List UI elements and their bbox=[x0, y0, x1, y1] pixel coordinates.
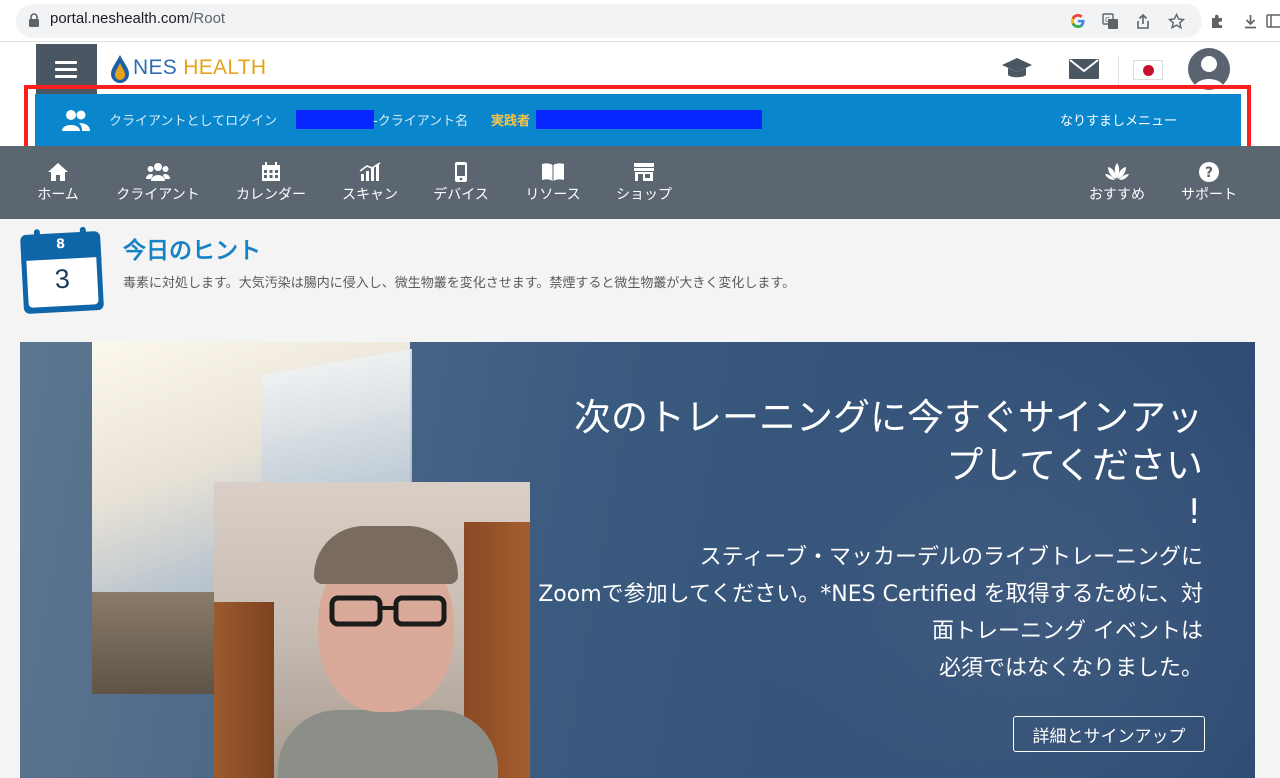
nes-health-logo[interactable]: NES HEALTH bbox=[133, 56, 266, 80]
details-signup-button[interactable]: 詳細とサインアップ bbox=[1013, 716, 1205, 752]
nav-item-support[interactable]: ? サポート bbox=[1178, 146, 1240, 219]
door-left-shape bbox=[214, 602, 274, 778]
calendar-date-icon: 8 3 bbox=[19, 226, 105, 315]
extensions-icon[interactable] bbox=[1207, 11, 1227, 31]
nes-logo-icon[interactable] bbox=[109, 54, 131, 84]
main-nav: ホーム クライアント カレンダー スキャン デバイス リソース ショップ おすす… bbox=[0, 146, 1280, 219]
lotus-icon bbox=[1105, 163, 1129, 180]
nav-label: カレンダー bbox=[236, 187, 306, 203]
url-host: portal.neshealth.com bbox=[50, 10, 190, 27]
shirt-shape bbox=[278, 710, 498, 778]
hint-text: 毒素に対処します。大気汚染は腸内に侵入し、微生物叢を変化させます。禁煙すると微生… bbox=[123, 276, 796, 291]
nav-item-shop[interactable]: ショップ bbox=[614, 146, 674, 219]
japan-flag-icon[interactable] bbox=[1133, 60, 1163, 80]
nav-label: スキャン bbox=[342, 187, 398, 203]
scan-chart-icon bbox=[359, 162, 381, 181]
download-icon[interactable] bbox=[1240, 11, 1260, 31]
home-icon bbox=[48, 163, 68, 181]
browser-toolbar: portal.neshealth.com/Root G bbox=[0, 0, 1280, 42]
flag-sun-dot bbox=[1143, 65, 1154, 76]
help-icon: ? bbox=[1199, 162, 1219, 182]
banner-body-line: Zoomで参加してください。*NES Certified を取得するために、対 bbox=[538, 582, 1203, 607]
star-icon[interactable] bbox=[1166, 11, 1186, 31]
url-path: /Root bbox=[189, 10, 226, 27]
nav-label: クライアント bbox=[116, 187, 200, 203]
svg-text:G: G bbox=[1105, 16, 1110, 24]
calendar-icon bbox=[262, 162, 280, 181]
menu-line-icon bbox=[55, 75, 77, 78]
logo-nes-text: NES bbox=[133, 56, 178, 79]
banner-title-line: プしてください bbox=[946, 444, 1203, 487]
nav-label: デバイス bbox=[433, 187, 489, 203]
user-avatar-icon[interactable] bbox=[1188, 48, 1230, 90]
device-icon bbox=[455, 162, 467, 182]
nav-label: リソース bbox=[525, 187, 581, 203]
book-icon bbox=[542, 163, 564, 181]
nav-label: ホーム bbox=[37, 187, 79, 203]
lock-icon[interactable] bbox=[28, 13, 40, 27]
graduation-cap-icon[interactable] bbox=[1000, 54, 1034, 84]
url-text[interactable]: portal.neshealth.com/Root bbox=[50, 10, 225, 27]
nav-item-calendar[interactable]: カレンダー bbox=[235, 146, 307, 219]
nav-item-home[interactable]: ホーム bbox=[34, 146, 82, 219]
sidebar-toggle-icon[interactable] bbox=[1266, 11, 1280, 31]
google-icon[interactable] bbox=[1068, 11, 1088, 31]
hair-shape bbox=[314, 526, 458, 584]
nav-label: おすすめ bbox=[1089, 187, 1145, 203]
nav-item-recommended[interactable]: おすすめ bbox=[1086, 146, 1148, 219]
daily-hint-section: 8 3 今日のヒント 毒素に対処します。大気汚染は腸内に侵入し、微生物叢を変化さ… bbox=[0, 219, 1280, 342]
calendar-day: 3 bbox=[54, 263, 71, 295]
share-icon[interactable] bbox=[1133, 11, 1153, 31]
nav-label: ショップ bbox=[616, 187, 672, 203]
shop-icon bbox=[634, 163, 654, 181]
mail-icon[interactable] bbox=[1067, 56, 1101, 82]
logo-health-text: HEALTH bbox=[183, 56, 267, 79]
menu-line-icon bbox=[55, 68, 77, 71]
nav-item-clients[interactable]: クライアント bbox=[114, 146, 202, 219]
banner-body: スティーブ・マッカーデルのライブトレーニングに Zoomで参加してください。*N… bbox=[443, 539, 1203, 687]
menu-line-icon bbox=[55, 61, 77, 64]
banner-title-exclamation: ! bbox=[1187, 492, 1201, 532]
users-icon bbox=[146, 163, 170, 181]
banner-title-line: 次のトレーニングに今すぐサインアッ bbox=[574, 396, 1203, 439]
banner-body-line: 面トレーニング イベントは bbox=[932, 619, 1203, 644]
svg-text:?: ? bbox=[1205, 165, 1213, 181]
nav-item-devices[interactable]: デバイス bbox=[431, 146, 491, 219]
translate-icon[interactable]: G bbox=[1100, 11, 1120, 31]
banner-body-line: スティーブ・マッカーデルのライブトレーニングに bbox=[699, 545, 1203, 570]
training-banner: 次のトレーニングに今すぐサインアッ プしてください ! スティーブ・マッカーデル… bbox=[20, 342, 1255, 778]
header-divider bbox=[1118, 56, 1119, 86]
nav-item-scan[interactable]: スキャン bbox=[340, 146, 400, 219]
nav-item-resources[interactable]: リソース bbox=[523, 146, 583, 219]
nav-label: サポート bbox=[1181, 187, 1237, 203]
banner-title: 次のトレーニングに今すぐサインアッ プしてください bbox=[483, 394, 1203, 490]
glasses-icon bbox=[329, 595, 447, 627]
hint-title: 今日のヒント bbox=[123, 238, 261, 264]
banner-body-line: 必須ではなくなりました。 bbox=[938, 656, 1203, 681]
